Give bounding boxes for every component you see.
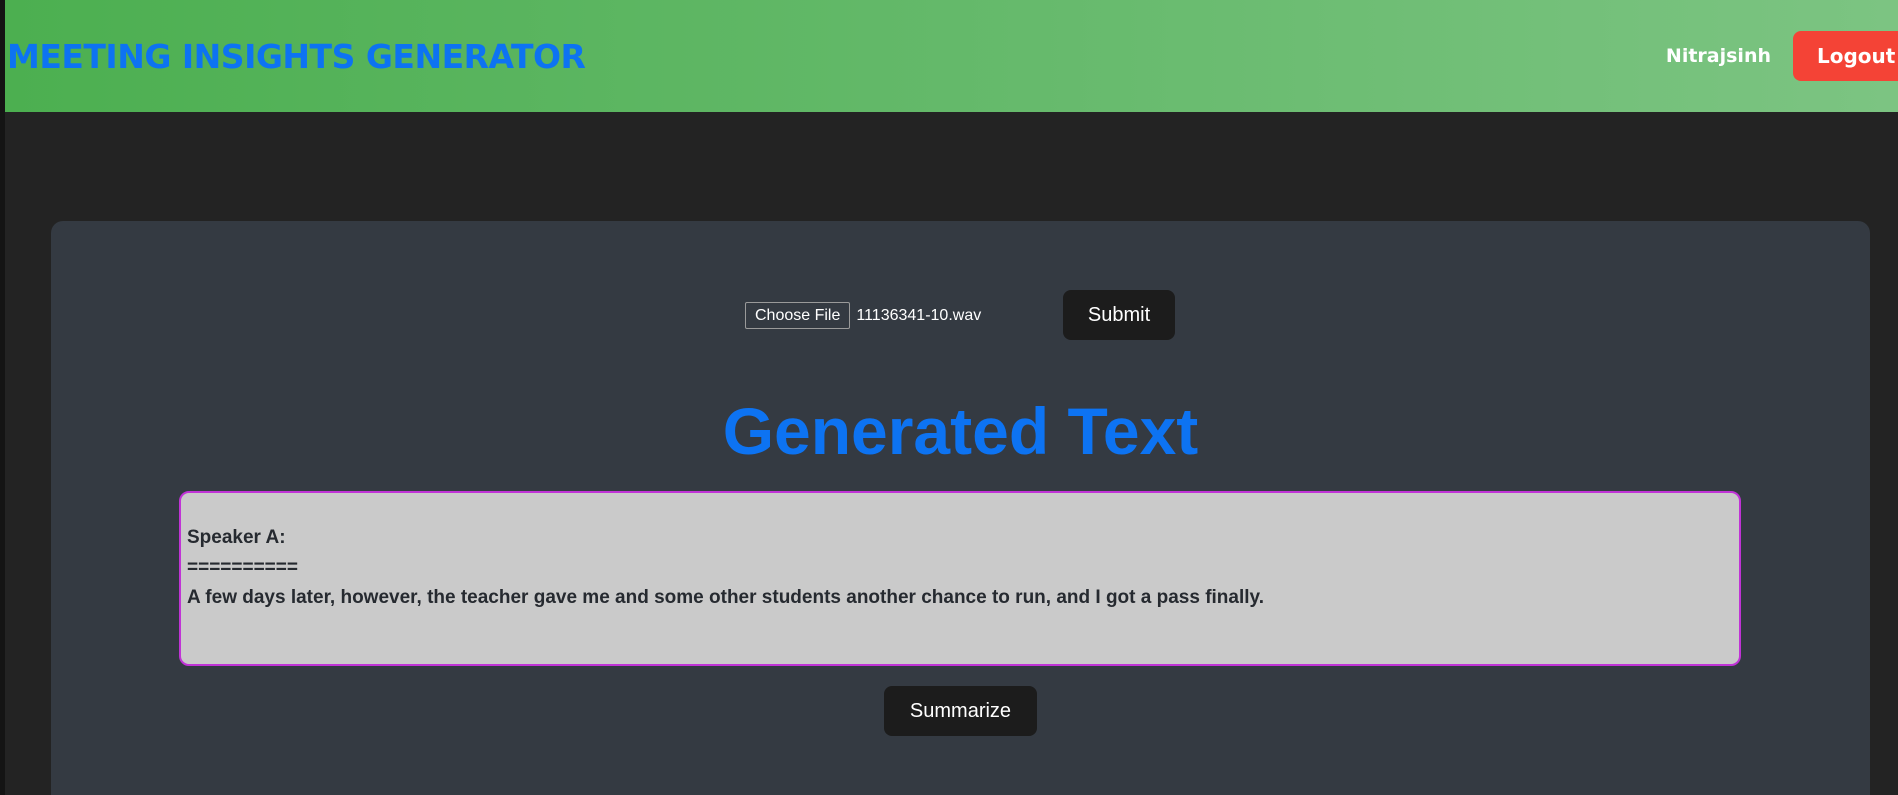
summarize-button[interactable]: Summarize — [884, 686, 1037, 736]
logout-button[interactable]: Logout — [1793, 31, 1898, 81]
username-label: Nitrajsinh — [1665, 45, 1771, 67]
file-input[interactable]: Choose File 11136341-10.wav — [745, 302, 981, 329]
main-card: Choose File 11136341-10.wav Submit Gener… — [51, 221, 1870, 795]
choose-file-button[interactable]: Choose File — [745, 302, 851, 329]
generated-text-heading: Generated Text — [722, 394, 1199, 468]
top-navbar: MEETING INSIGHTS GENERATOR Nitrajsinh Lo… — [5, 0, 1898, 112]
window-left-edge — [0, 0, 5, 795]
navbar-user-area: Nitrajsinh Logout — [1666, 31, 1898, 81]
submit-button[interactable]: Submit — [1063, 290, 1175, 340]
selected-file-name: 11136341-10.wav — [856, 306, 982, 324]
generated-text-box[interactable]: Speaker A: ========== A few days later, … — [179, 491, 1741, 666]
upload-form: Choose File 11136341-10.wav Submit — [51, 290, 1870, 340]
app-title: MEETING INSIGHTS GENERATOR — [7, 36, 586, 76]
